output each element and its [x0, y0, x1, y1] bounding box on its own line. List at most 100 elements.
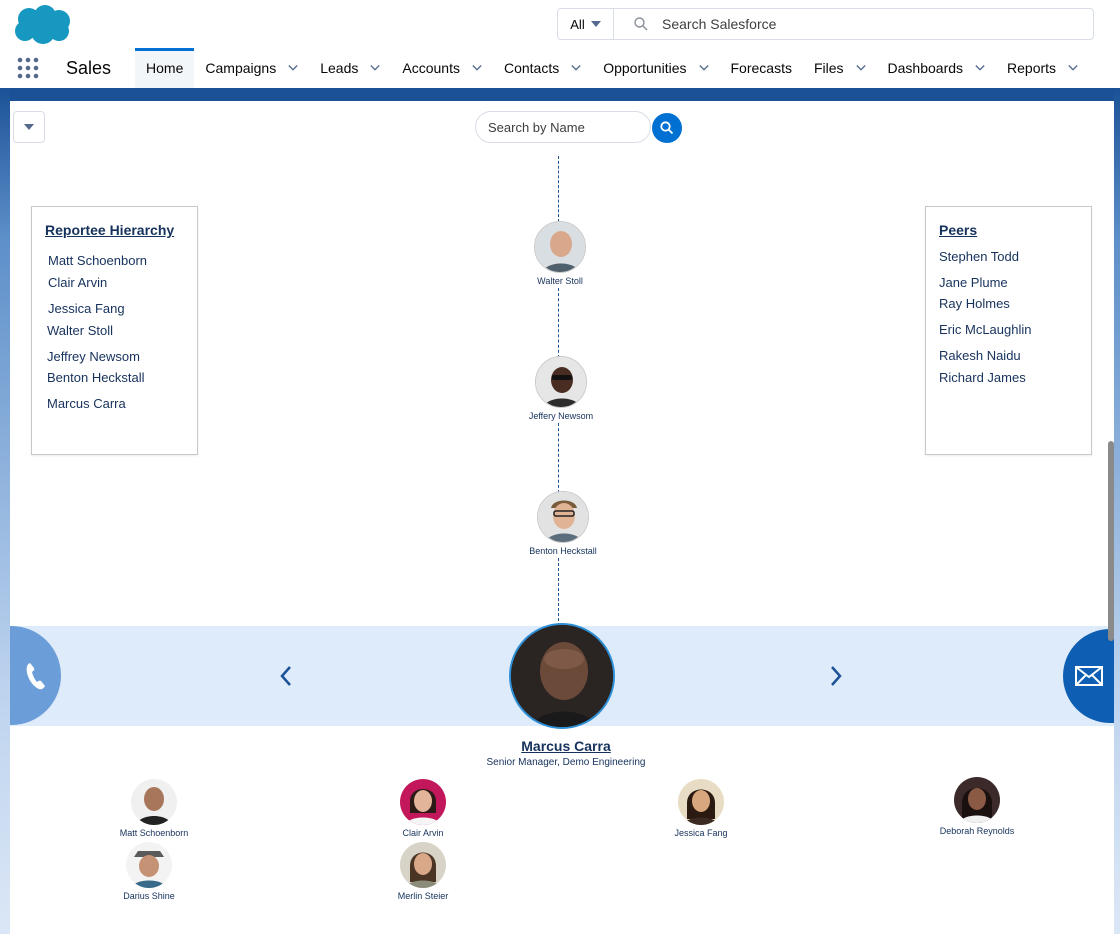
search-scope-label: All	[570, 16, 585, 32]
global-search: All	[557, 8, 1094, 40]
search-field	[614, 9, 1093, 39]
salesforce-logo[interactable]	[12, 4, 74, 46]
reportee-item[interactable]: Matt Schoenborn	[48, 253, 147, 268]
chevron-down-icon[interactable]	[370, 63, 381, 73]
next-arrow-button[interactable]	[821, 661, 851, 691]
focus-person-title: Senior Manager, Demo Engineering	[486, 757, 646, 768]
report-name: Matt Schoenborn	[119, 828, 189, 838]
focus-person-name[interactable]: Marcus Carra	[416, 738, 716, 754]
manager-node[interactable]: Benton Heckstall	[503, 491, 623, 556]
global-header: All	[0, 0, 1120, 48]
nav-tab-contacts[interactable]: Contacts	[493, 48, 592, 88]
app-launcher-button[interactable]	[0, 48, 56, 88]
scrollbar[interactable]	[1108, 441, 1114, 641]
connector-line	[558, 156, 559, 222]
report-name: Deborah Reynolds	[939, 826, 1015, 836]
focus-avatar[interactable]	[509, 623, 615, 729]
peer-item[interactable]: Jane Plume	[939, 275, 1008, 290]
manager-name: Benton Heckstall	[529, 546, 597, 556]
reportee-hierarchy-panel: Reportee Hierarchy Matt Schoenborn Clair…	[31, 206, 198, 455]
peer-item[interactable]: Ray Holmes	[939, 296, 1010, 311]
nav-tab-label: Reports	[1007, 60, 1057, 76]
avatar	[535, 356, 587, 408]
report-name: Clair Arvin	[402, 828, 444, 838]
nav-tab-label: Contacts	[503, 60, 560, 76]
chevron-left-icon	[280, 666, 291, 686]
manager-node[interactable]: Jeffery Newsom	[501, 356, 621, 421]
nav-tab-label: Leads	[320, 60, 359, 76]
manager-node[interactable]: Walter Stoll	[500, 221, 620, 286]
nav-tab-files[interactable]: Files	[803, 48, 877, 88]
search-input[interactable]	[662, 16, 1062, 32]
manager-name: Jeffery Newsom	[528, 411, 594, 421]
avatar	[678, 779, 724, 825]
connector-line	[558, 423, 559, 493]
avatar	[400, 842, 446, 888]
report-node[interactable]: Matt Schoenborn	[94, 779, 214, 838]
nav-tab-home[interactable]: Home	[135, 48, 195, 88]
nav-tab-label: Dashboards	[887, 60, 964, 76]
report-node[interactable]: Merlin Steier	[363, 842, 483, 901]
nav-tab-dashboards[interactable]: Dashboards	[877, 48, 997, 88]
phone-icon	[26, 662, 45, 689]
chevron-down-icon[interactable]	[1068, 63, 1078, 73]
avatar	[534, 221, 586, 273]
nav-tab-reports[interactable]: Reports	[996, 48, 1089, 88]
peer-item[interactable]: Richard James	[939, 370, 1026, 385]
report-node[interactable]: Clair Arvin	[363, 779, 483, 838]
email-icon	[1074, 666, 1103, 686]
report-node[interactable]: Darius Shine	[89, 842, 209, 901]
background-band-right	[1114, 88, 1120, 934]
reportee-item[interactable]: Clair Arvin	[48, 275, 107, 290]
nav-tab-label: Home	[146, 60, 184, 76]
reportee-item[interactable]: Walter Stoll	[47, 323, 113, 338]
nav-items: Home Campaigns Leads Accounts Contacts Opport…	[135, 48, 1089, 88]
search-scope-dropdown[interactable]: All	[558, 9, 614, 39]
name-search-input[interactable]	[475, 111, 651, 143]
collapse-toggle-button[interactable]	[13, 111, 45, 143]
nav-tab-opportunities[interactable]: Opportunities	[592, 48, 719, 88]
reportee-item[interactable]: Marcus Carra	[47, 396, 126, 411]
peer-item[interactable]: Eric McLaughlin	[939, 322, 1032, 337]
chevron-down-icon[interactable]	[855, 63, 866, 73]
nav-tab-label: Forecasts	[730, 60, 792, 76]
nav-tab-label: Accounts	[402, 60, 460, 76]
nav-tab-label: Campaigns	[205, 60, 277, 76]
report-name: Jessica Fang	[674, 828, 728, 838]
reportee-item[interactable]: Benton Heckstall	[47, 370, 145, 385]
nav-tab-forecasts[interactable]: Forecasts	[720, 48, 803, 88]
chevron-down-icon[interactable]	[698, 63, 709, 73]
report-node[interactable]: Jessica Fang	[641, 779, 761, 838]
chevron-right-icon	[831, 666, 842, 686]
nav-tab-label: Opportunities	[603, 60, 687, 76]
chevron-down-icon[interactable]	[571, 63, 581, 73]
caret-down-icon	[24, 124, 34, 130]
caret-down-icon	[590, 21, 601, 27]
peers-panel: Peers Stephen Todd Jane Plume Ray Holmes…	[925, 206, 1092, 455]
avatar	[537, 491, 589, 543]
avatar	[400, 779, 446, 825]
peers-title[interactable]: Peers	[939, 222, 977, 238]
nav-tab-leads[interactable]: Leads	[309, 48, 391, 88]
chevron-down-icon[interactable]	[472, 63, 482, 73]
chevron-down-icon[interactable]	[975, 63, 985, 73]
peer-item[interactable]: Rakesh Naidu	[939, 348, 1021, 363]
avatar	[126, 842, 172, 888]
avatar	[954, 777, 1000, 823]
report-name: Merlin Steier	[397, 891, 449, 901]
name-search-button[interactable]	[652, 113, 682, 143]
search-icon	[660, 121, 674, 135]
report-name: Darius Shine	[123, 891, 175, 901]
connector-line	[558, 558, 559, 626]
reportee-item[interactable]: Jessica Fang	[48, 301, 125, 316]
peer-item[interactable]: Stephen Todd	[939, 249, 1019, 264]
previous-arrow-button[interactable]	[271, 661, 301, 691]
search-icon	[634, 17, 648, 31]
reportee-item[interactable]: Jeffrey Newsom	[47, 349, 140, 364]
report-node[interactable]: Deborah Reynolds	[917, 777, 1037, 836]
nav-tab-accounts[interactable]: Accounts	[391, 48, 493, 88]
org-chart-card: Walter Stoll Jeffery Newsom Benton Hecks…	[10, 101, 1114, 930]
nav-tab-campaigns[interactable]: Campaigns	[194, 48, 309, 88]
reportee-hierarchy-title[interactable]: Reportee Hierarchy	[45, 222, 174, 238]
chevron-down-icon[interactable]	[288, 63, 298, 73]
